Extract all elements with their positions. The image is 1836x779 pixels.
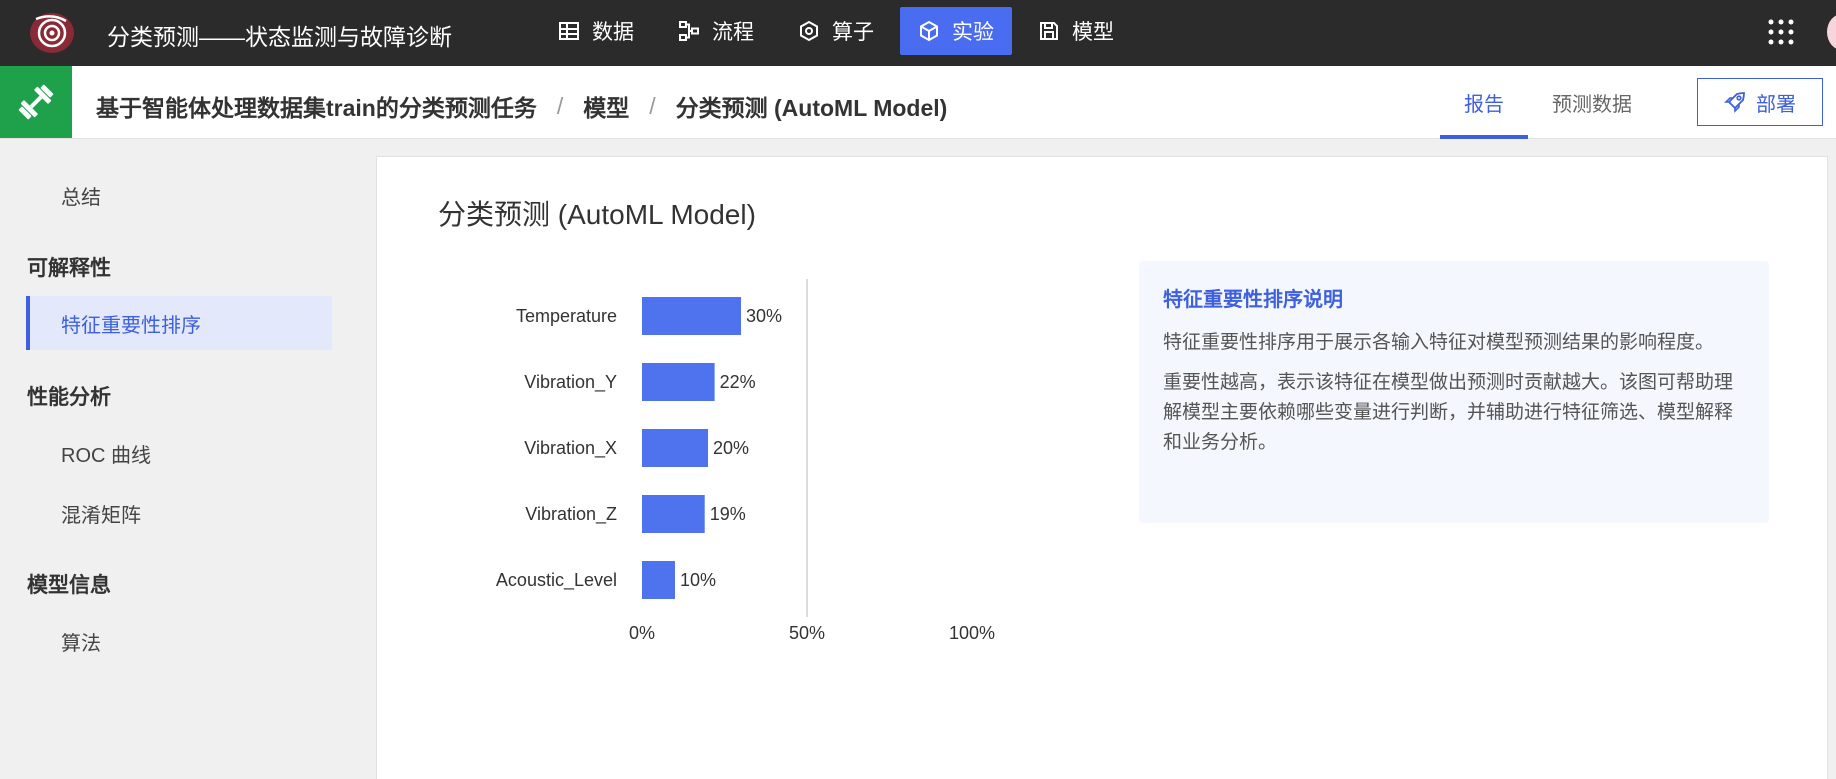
report-tabs: 报告 预测数据 (1440, 66, 1656, 139)
rocket-icon (1724, 92, 1745, 113)
sub-header: 基于智能体处理数据集train的分类预测任务 / 模型 / 分类预测 (Auto… (0, 66, 1836, 139)
chart-tick-label: 0% (629, 623, 655, 643)
chart-tick-label: 100% (949, 623, 995, 643)
app-title: 分类预测——状态监测与故障诊断 (107, 24, 452, 50)
info-title: 特征重要性排序说明 (1163, 289, 1343, 311)
sidebar-group-model-info: 模型信息 (27, 574, 111, 597)
apps-grid-icon[interactable] (1766, 17, 1796, 47)
chart-bar (642, 429, 708, 467)
tab-report[interactable]: 报告 (1440, 66, 1528, 139)
flow-icon (679, 21, 699, 41)
cube-icon (920, 20, 938, 42)
chart-data-label: 30% (746, 306, 782, 326)
info-panel: 特征重要性排序说明 特征重要性排序用于展示各输入特征对模型预测结果的影响程度。 … (1139, 261, 1769, 523)
sidebar-item-summary[interactable]: 总结 (26, 168, 332, 222)
breadcrumb: 基于智能体处理数据集train的分类预测任务 / 模型 / 分类预测 (Auto… (96, 89, 947, 123)
chart-category-label: Vibration_X (524, 438, 617, 459)
chart-bar (642, 297, 741, 335)
chart-category-label: Vibration_Z (525, 504, 617, 525)
breadcrumb-separator: / (556, 92, 564, 119)
dumbbell-icon (0, 66, 72, 138)
deploy-label: 部署 (1756, 93, 1796, 116)
nav-label: 实验 (952, 21, 994, 44)
chart-category-label: Temperature (516, 306, 617, 326)
chart-data-label: 22% (720, 372, 756, 392)
report-sidebar: 总结 可解释性 特征重要性排序 性能分析 ROC 曲线 混淆矩阵 模型信息 算法 (0, 140, 360, 779)
nav-item-experiment[interactable]: 实验 (900, 7, 1012, 55)
breadcrumb-project[interactable]: 基于智能体处理数据集train的分类预测任务 (96, 89, 537, 123)
chart-category-label: Acoustic_Level (496, 570, 617, 591)
top-bar: 分类预测——状态监测与故障诊断 数据 流程 算子 实验 模型 (0, 0, 1836, 66)
sidebar-item-algorithm[interactable]: 算法 (26, 614, 332, 668)
info-paragraph: 特征重要性排序用于展示各输入特征对模型预测结果的影响程度。 (1163, 332, 1715, 353)
table-icon (559, 22, 579, 40)
feature-importance-chart: Temperature 30% Vibration_Y 22% Vibration_X 2… (496, 279, 995, 643)
chart-bar (642, 561, 675, 599)
sidebar-group-performance: 性能分析 (27, 386, 111, 409)
nav-label: 模型 (1072, 21, 1114, 44)
deploy-button[interactable]: 部署 (1697, 78, 1823, 126)
breadcrumb-separator: / (649, 92, 656, 119)
sidebar-group-explainability: 可解释性 (27, 257, 111, 280)
save-icon (1040, 22, 1058, 40)
sidebar-item-roc[interactable]: ROC 曲线 (26, 426, 332, 480)
nav-item-flow[interactable]: 流程 (660, 7, 772, 55)
nav-label: 流程 (712, 21, 754, 44)
app-logo-icon[interactable] (26, 11, 78, 55)
info-paragraph: 重要性越高，表示该特征在模型做出预测时贡献越大。该图可帮助理解模型主要依赖哪些变… (1163, 372, 1734, 453)
hexagon-icon (800, 20, 818, 42)
main-nav: 数据 流程 算子 实验 模型 (540, 7, 1132, 59)
chart-data-label: 19% (710, 504, 746, 524)
chart-category-label: Vibration_Y (524, 372, 617, 393)
nav-label: 算子 (832, 21, 874, 44)
tab-predict-data[interactable]: 预测数据 (1528, 66, 1656, 139)
report-card: 分类预测 (AutoML Model) Temperature 30% Vibrat… (376, 156, 1828, 779)
chart-data-label: 20% (713, 438, 749, 458)
chart-bar (642, 495, 705, 533)
avatar[interactable] (1827, 14, 1836, 50)
chart-data-label: 10% (680, 570, 716, 590)
nav-item-operator[interactable]: 算子 (780, 7, 892, 55)
breadcrumb-current: 分类预测 (AutoML Model) (675, 95, 948, 121)
page-title: 分类预测 (AutoML Model) (438, 199, 756, 230)
breadcrumb-section[interactable]: 模型 (583, 89, 629, 123)
sidebar-item-confusion-matrix[interactable]: 混淆矩阵 (26, 486, 332, 540)
sidebar-item-feature-importance[interactable]: 特征重要性排序 (26, 296, 332, 350)
nav-label: 数据 (592, 21, 634, 44)
nav-item-data[interactable]: 数据 (540, 7, 652, 55)
nav-item-model[interactable]: 模型 (1020, 7, 1132, 55)
chart-tick-label: 50% (789, 623, 825, 643)
chart-bar (642, 363, 715, 401)
